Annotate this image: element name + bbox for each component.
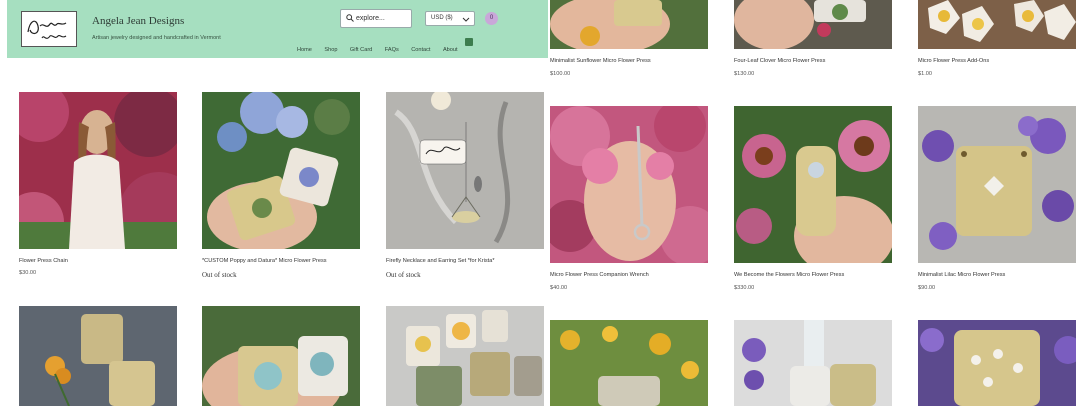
product-image[interactable] [918,320,1076,406]
product-name[interactable]: Flower Press Chain [19,258,68,264]
product-price: $40.00 [550,285,568,291]
product-photo-assortment-icon [386,306,544,406]
currency-select[interactable]: USD ($) [425,11,475,26]
product-photo-wrench-icon [550,106,708,263]
nav-shop[interactable]: Shop [324,47,337,53]
product-photo-meadow-press-icon [550,320,708,406]
product-photo-sunflower-press-icon [550,0,708,49]
product-image[interactable] [550,320,708,406]
search-input[interactable]: explore... [340,9,412,28]
product-photo-lilac-press-icon [918,106,1076,263]
product-photo-addons-icon [918,0,1076,49]
nav-contact[interactable]: Contact [411,47,430,53]
site-header: Angela Jean Designs Artisan jewelry desi… [7,0,548,58]
product-photo-coneflower-press-icon [734,106,892,263]
product-image[interactable] [386,92,544,249]
brand-logo[interactable] [21,11,77,47]
nav-gift-card[interactable]: Gift Card [350,47,372,53]
product-image[interactable] [550,106,708,263]
product-name[interactable]: Micro Flower Press Add-Ons [918,58,989,64]
product-name[interactable]: *CUSTOM Poppy and Datura* Micro Flower P… [202,258,327,264]
product-price: $100.00 [550,71,571,77]
product-photo-vase-press-icon [734,320,892,406]
product-image[interactable] [19,92,177,249]
product-name[interactable]: Micro Flower Press Companion Wrench [550,272,649,278]
product-price: $90.00 [918,285,936,291]
product-image[interactable] [386,306,544,406]
product-image[interactable] [19,306,177,406]
product-photo-press-slate-icon [19,306,177,406]
product-image[interactable] [918,106,1076,263]
product-photo-hand-press-icon [202,306,360,406]
product-price: $330.00 [734,285,755,291]
currency-value: USD ($) [431,15,453,21]
product-image[interactable] [734,320,892,406]
nav-about[interactable]: About [443,47,458,53]
product-price: $30.00 [19,270,37,276]
cart-icon[interactable]: 0 [485,12,498,25]
stock-status: Out of stock [386,271,421,279]
product-price: $130.00 [734,71,755,77]
search-placeholder: explore... [356,15,385,22]
product-photo-florals-press-icon [918,320,1076,406]
product-image[interactable] [202,92,360,249]
search-icon [346,14,354,22]
product-image[interactable] [202,306,360,406]
product-name[interactable]: Four-Leaf Clover Micro Flower Press [734,58,825,64]
product-name[interactable]: Firefly Necklace and Earring Set *for Kr… [386,258,495,264]
stock-status: Out of stock [202,271,237,279]
product-price: $1.00 [918,71,932,77]
brand-name[interactable]: Angela Jean Designs [92,15,184,27]
product-photo-necklace-icon [386,92,544,249]
product-image[interactable] [918,0,1076,49]
main-nav: Home Shop Gift Card FAQs Contact About [297,38,473,53]
product-name[interactable]: We Become the Flowers Micro Flower Press [734,272,844,278]
product-image[interactable] [734,0,892,49]
product-image[interactable] [734,106,892,263]
product-name[interactable]: Minimalist Lilac Micro Flower Press [918,272,1005,278]
product-name[interactable]: Minimalist Sunflower Micro Flower Press [550,58,651,64]
brand-tagline: Artisan jewelry designed and handcrafted… [92,35,221,41]
nav-faqs[interactable]: FAQs [385,47,399,53]
nav-home[interactable]: Home [297,47,312,53]
product-image[interactable] [550,0,708,49]
product-photo-clover-press-icon [734,0,892,49]
social-icon[interactable] [465,38,473,46]
chevron-down-icon [462,17,470,22]
product-photo-woman-icon [19,92,177,249]
logo-signature-icon [27,20,67,39]
product-photo-flower-press-icon [202,92,360,249]
